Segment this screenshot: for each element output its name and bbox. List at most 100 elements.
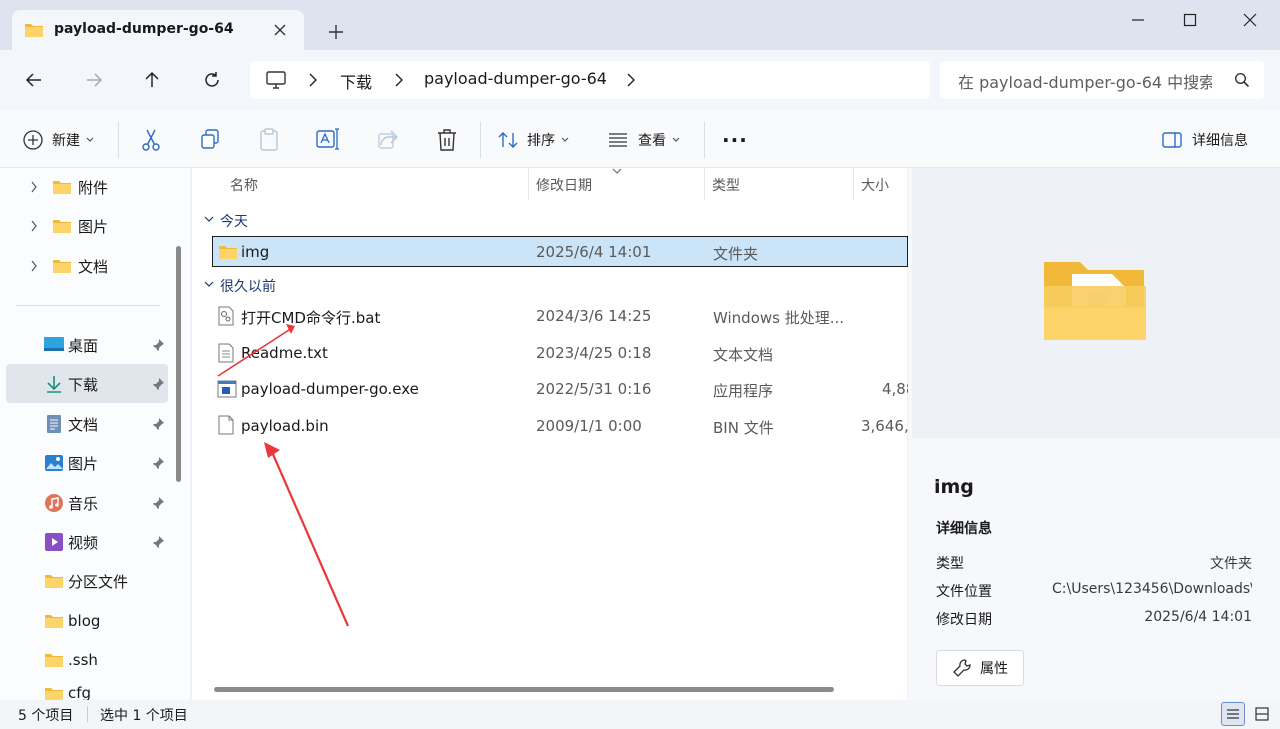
this-pc-icon[interactable] [265, 69, 287, 91]
folder-icon [44, 613, 64, 629]
breadcrumb-current[interactable]: payload-dumper-go-64 [424, 69, 607, 88]
group-header[interactable]: 今天 [220, 211, 248, 231]
sidebar-item-label: 分区文件 [68, 572, 129, 591]
column-divider[interactable] [853, 168, 854, 200]
column-divider[interactable] [704, 168, 705, 200]
pin-icon[interactable] [151, 417, 165, 431]
chevron-right-icon[interactable] [308, 73, 318, 87]
folder-icon [44, 652, 64, 668]
more-options-icon[interactable]: ··· [722, 126, 748, 154]
properties-button[interactable]: 属性 [936, 650, 1024, 686]
chevron-right-icon[interactable] [626, 73, 636, 87]
details-view-icon[interactable] [1221, 702, 1245, 726]
view-button[interactable]: 查看 [608, 126, 680, 154]
status-divider [87, 706, 88, 722]
sidebar-item-downloads[interactable]: 下载 [44, 365, 98, 403]
sidebar-tree-item-attachments[interactable]: 附件 [30, 168, 108, 206]
sidebar-item-documents-quick[interactable]: 文档 [44, 405, 98, 443]
file-date: 2009/1/1 0:00 [536, 417, 642, 435]
back-icon[interactable] [16, 62, 52, 98]
column-header-name[interactable]: 名称 [230, 175, 258, 195]
sidebar-item-label: 下载 [68, 375, 99, 394]
properties-label: 属性 [980, 661, 1008, 677]
pin-icon[interactable] [151, 338, 165, 352]
new-label: 新建 [52, 133, 80, 149]
sidebar-item-ssh[interactable]: .ssh [44, 641, 98, 679]
sidebar-item-partition-files[interactable]: 分区文件 [44, 562, 128, 600]
chevron-right-icon[interactable] [30, 260, 38, 272]
minimize-icon[interactable] [1108, 0, 1168, 40]
close-icon[interactable] [1220, 0, 1280, 40]
folder-icon [52, 179, 72, 195]
tab-active[interactable]: payload-dumper-go-64 [12, 10, 304, 50]
folder-icon [52, 258, 72, 274]
sidebar-item-desktop[interactable]: 桌面 [44, 326, 98, 364]
sidebar-tree-item-pictures[interactable]: 图片 [30, 207, 108, 245]
sort-icon [498, 130, 518, 150]
pin-icon[interactable] [151, 496, 165, 510]
sidebar-item-label: cfg [68, 686, 92, 700]
search-icon[interactable] [1234, 72, 1250, 88]
details-label: 详细信息 [1192, 133, 1248, 149]
chevron-down-icon [86, 137, 94, 143]
file-date: 2025/6/4 14:01 [536, 243, 652, 261]
pin-icon[interactable] [151, 377, 165, 391]
new-button[interactable]: 新建 [22, 126, 94, 154]
document-icon [44, 414, 64, 434]
group-header[interactable]: 很久以前 [220, 276, 276, 296]
breadcrumb-downloads[interactable]: 下载 [340, 69, 372, 93]
column-divider[interactable] [528, 168, 529, 200]
sidebar-tree-item-documents[interactable]: 文档 [30, 247, 108, 285]
chevron-right-icon[interactable] [394, 73, 404, 87]
picture-icon [44, 453, 64, 473]
horizontal-scrollbar[interactable] [214, 687, 834, 692]
column-header-size[interactable]: 大小 [861, 175, 889, 195]
refresh-icon[interactable] [194, 62, 230, 98]
sort-button[interactable]: 排序 [498, 126, 569, 154]
forward-icon[interactable] [76, 62, 112, 98]
file-type: 应用程序 [713, 382, 774, 400]
pin-icon[interactable] [151, 535, 165, 549]
sidebar-item-label: .ssh [68, 651, 98, 669]
column-header-modified[interactable]: 修改日期 [536, 175, 592, 195]
sort-indicator-icon [612, 168, 622, 174]
view-icon [608, 132, 628, 148]
sidebar-item-videos[interactable]: 视频 [44, 523, 98, 561]
share-icon[interactable] [377, 128, 399, 150]
sidebar-item-cfg[interactable]: cfg [44, 686, 91, 700]
tab-title: payload-dumper-go-64 [54, 21, 234, 37]
file-name[interactable]: img [241, 243, 269, 261]
sidebar-item-label: 附件 [78, 178, 109, 197]
toolbar-divider [480, 122, 481, 158]
column-header-type[interactable]: 类型 [712, 175, 740, 195]
up-icon[interactable] [134, 62, 170, 98]
new-tab-icon[interactable] [326, 22, 346, 42]
paste-icon[interactable] [258, 128, 280, 152]
chevron-right-icon[interactable] [30, 220, 38, 232]
chevron-right-icon[interactable] [30, 181, 38, 193]
toolbar-divider [118, 122, 119, 158]
rename-icon[interactable] [316, 128, 340, 150]
maximize-icon[interactable] [1160, 0, 1220, 40]
tiles-view-icon[interactable] [1250, 702, 1274, 726]
chevron-down-icon[interactable] [204, 280, 214, 288]
close-tab-icon[interactable] [272, 22, 288, 38]
sidebar-item-music[interactable]: 音乐 [44, 484, 98, 522]
status-bar [0, 700, 1280, 729]
cut-icon[interactable] [140, 128, 162, 152]
details-value: 文件夹 [1210, 556, 1252, 572]
sidebar-item-label: 文档 [68, 415, 99, 434]
details-title: img [934, 476, 974, 498]
sidebar-scrollbar[interactable] [176, 246, 181, 482]
details-pane-button[interactable]: 详细信息 [1162, 126, 1248, 154]
chevron-down-icon[interactable] [204, 215, 214, 223]
folder-icon [44, 686, 64, 700]
copy-icon[interactable] [199, 128, 221, 150]
delete-icon[interactable] [436, 128, 458, 152]
video-icon [44, 532, 64, 552]
desktop-icon [44, 336, 64, 354]
sidebar-item-pictures-quick[interactable]: 图片 [44, 444, 98, 482]
sidebar-item-blog[interactable]: blog [44, 602, 100, 640]
file-type: 文件夹 [713, 245, 759, 263]
pin-icon[interactable] [151, 456, 165, 470]
